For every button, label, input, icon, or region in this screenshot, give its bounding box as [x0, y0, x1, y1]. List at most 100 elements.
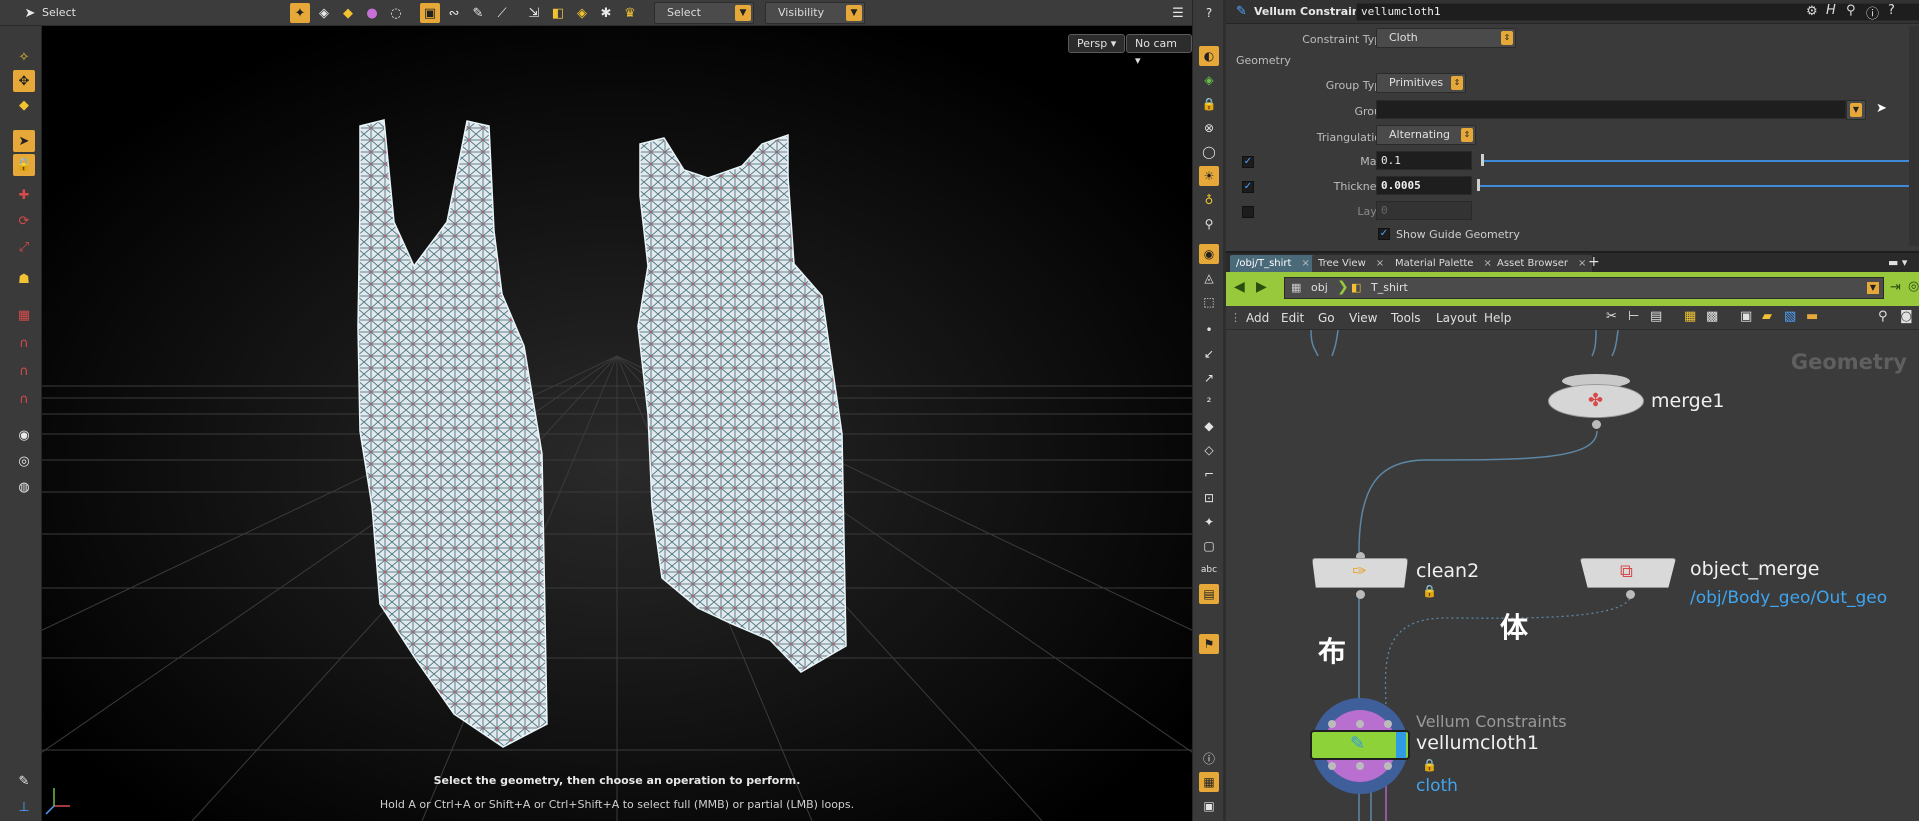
- rotate-tool-icon[interactable]: ⟳: [13, 210, 35, 232]
- tab-asset-browser[interactable]: Asset Browser ×: [1491, 255, 1593, 273]
- node-merge1[interactable]: ✤: [1548, 374, 1644, 429]
- path-current[interactable]: T_shirt: [1371, 281, 1408, 294]
- tab-network[interactable]: /obj/T_shirt ×: [1230, 255, 1316, 273]
- select-groups-icon[interactable]: ⇲: [524, 3, 544, 23]
- lasso-select-icon[interactable]: ∾: [444, 3, 464, 23]
- camera-tool-icon[interactable]: ◉: [13, 424, 35, 446]
- tree-layout-icon[interactable]: ⊢: [1628, 309, 1639, 324]
- scale-tool-icon[interactable]: ⤢: [13, 236, 35, 258]
- node-vellumcloth1[interactable]: ✎: [1310, 698, 1410, 798]
- group-field[interactable]: [1376, 100, 1846, 119]
- handle-tool-icon[interactable]: ▦: [13, 304, 35, 326]
- help-h-icon[interactable]: H: [1826, 3, 1836, 18]
- background-icon[interactable]: ◬: [1199, 268, 1219, 288]
- layer-enable-checkbox[interactable]: [1242, 206, 1254, 218]
- path-root[interactable]: obj: [1311, 281, 1328, 294]
- ghost-icon[interactable]: ◈: [1199, 70, 1219, 90]
- menu-layout[interactable]: Layout: [1436, 311, 1477, 325]
- select-tool-icon[interactable]: ➤: [13, 130, 35, 152]
- help-icon[interactable]: ?: [1199, 3, 1219, 23]
- vellum-input-2[interactable]: [1356, 720, 1364, 728]
- flipbook-icon[interactable]: ✎: [13, 770, 35, 792]
- path-field[interactable]: ▦ obj ❯ ◧ T_shirt ▼: [1284, 277, 1884, 299]
- sticky-note-icon[interactable]: ▰: [1762, 309, 1772, 324]
- secure-selection-icon[interactable]: ✱: [596, 3, 616, 23]
- thickness-enable-checkbox[interactable]: ✓: [1242, 181, 1254, 193]
- select-arrow-icon[interactable]: ➤: [1876, 101, 1887, 116]
- bounds-display-icon[interactable]: ⊡: [1199, 488, 1219, 508]
- template-icon[interactable]: ⬚: [1199, 292, 1219, 312]
- point-numbers-icon[interactable]: ²: [1199, 392, 1219, 412]
- snapshot-icon[interactable]: ▣: [1199, 796, 1219, 816]
- menu-edit[interactable]: Edit: [1281, 311, 1304, 325]
- select-arrow-icon[interactable]: ➤: [20, 3, 40, 23]
- search-icon[interactable]: ⚲: [1846, 3, 1856, 18]
- select-vertices-icon[interactable]: ●: [362, 3, 382, 23]
- uv-display-icon[interactable]: ◇: [1199, 440, 1219, 460]
- scene-viewport[interactable]: Persp ▾ No cam ▾ Select the geometry, th…: [42, 26, 1192, 821]
- network-box-icon[interactable]: ▣: [1740, 309, 1752, 324]
- pose-tool-icon[interactable]: ☗: [13, 268, 35, 290]
- menu-view[interactable]: View: [1349, 311, 1377, 325]
- edge-display-icon[interactable]: ⌐: [1199, 464, 1219, 484]
- parameter-scrollbar[interactable]: [1909, 26, 1919, 246]
- chevron-down-icon[interactable]: ▼: [1867, 282, 1879, 294]
- shadow-icon[interactable]: ⚲: [1199, 214, 1219, 234]
- mass-field[interactable]: 0.1: [1376, 151, 1472, 170]
- link-icon[interactable]: ◎: [1908, 279, 1919, 294]
- thickness-slider[interactable]: [1480, 185, 1909, 187]
- magnet-snap-icon[interactable]: ∩: [13, 388, 35, 410]
- list-view-icon[interactable]: ▤: [1650, 309, 1662, 324]
- thumbnail-icon[interactable]: ▩: [1706, 309, 1718, 324]
- mass-slider[interactable]: [1484, 160, 1909, 162]
- close-icon[interactable]: ×: [1376, 258, 1384, 269]
- camera-menu[interactable]: No cam ▾: [1126, 34, 1192, 67]
- group-menu-button[interactable]: ▼: [1846, 100, 1866, 120]
- clean-output-connector[interactable]: [1356, 590, 1365, 599]
- grid-view-icon[interactable]: ▦: [1684, 309, 1696, 324]
- select-primitives-icon[interactable]: ◈: [314, 3, 334, 23]
- menu-help[interactable]: Help: [1484, 311, 1511, 325]
- vellum-display-flag[interactable]: [1396, 732, 1406, 758]
- normal-display-icon[interactable]: ↙: [1199, 344, 1219, 364]
- info-icon[interactable]: ⓘ: [1199, 748, 1219, 768]
- pin-icon[interactable]: ⇥: [1890, 280, 1901, 295]
- triangulation-menu[interactable]: Alternating ⇕: [1376, 125, 1476, 145]
- pane-menu-icon[interactable]: ▬ ▾: [1888, 256, 1907, 269]
- vellum-input-1[interactable]: [1328, 720, 1336, 728]
- sticky-selection-icon[interactable]: ♛: [620, 3, 640, 23]
- view-tool-icon[interactable]: ◍: [13, 476, 35, 498]
- select-edges-icon[interactable]: ◆: [338, 3, 358, 23]
- info-icon[interactable]: ⓘ: [1866, 3, 1879, 22]
- vellum-input-3[interactable]: [1384, 720, 1392, 728]
- select-breakpoints-icon[interactable]: ◌: [386, 3, 406, 23]
- snap-icon[interactable]: ∩: [13, 360, 35, 382]
- toolbar-options-icon[interactable]: ☰: [1168, 3, 1188, 23]
- back-arrow-icon[interactable]: ◀: [1234, 279, 1245, 295]
- light-bulb-icon[interactable]: ♁: [1199, 190, 1219, 210]
- close-icon[interactable]: ×: [1301, 258, 1309, 269]
- group-type-menu[interactable]: Primitives ⇕: [1376, 73, 1466, 93]
- gear-icon[interactable]: ⚙: [1806, 4, 1818, 19]
- select-dropdown[interactable]: Select ▼: [654, 2, 754, 24]
- box-select-icon[interactable]: ▣: [420, 3, 440, 23]
- merge-output-connector[interactable]: [1592, 420, 1601, 429]
- text-display-icon[interactable]: abc: [1199, 560, 1219, 580]
- transform-handle-icon[interactable]: ✥: [13, 70, 35, 92]
- object-merge-output-connector[interactable]: [1626, 590, 1635, 599]
- select-visible-icon[interactable]: ◈: [572, 3, 592, 23]
- dots-icon[interactable]: ▬: [1806, 309, 1818, 324]
- search-icon[interactable]: ⚲: [1878, 309, 1888, 324]
- lock-camera-icon[interactable]: 🔒: [1199, 94, 1219, 114]
- tab-tree-view[interactable]: Tree View ×: [1312, 255, 1391, 273]
- menu-add[interactable]: Add: [1246, 311, 1269, 325]
- laser-select-icon[interactable]: ⟋: [492, 3, 512, 23]
- node-clean2[interactable]: ✑: [1312, 552, 1408, 599]
- move-tool-icon[interactable]: ✚: [13, 184, 35, 206]
- point-display-icon[interactable]: •: [1199, 320, 1219, 340]
- lighting-icon[interactable]: ☀: [1199, 166, 1219, 186]
- tab-material-palette[interactable]: Material Palette ×: [1389, 255, 1498, 273]
- thickness-field[interactable]: 0.0005: [1376, 176, 1472, 195]
- visibility-dropdown[interactable]: Visibility ▼: [765, 2, 865, 24]
- vellum-output-2[interactable]: [1356, 762, 1364, 770]
